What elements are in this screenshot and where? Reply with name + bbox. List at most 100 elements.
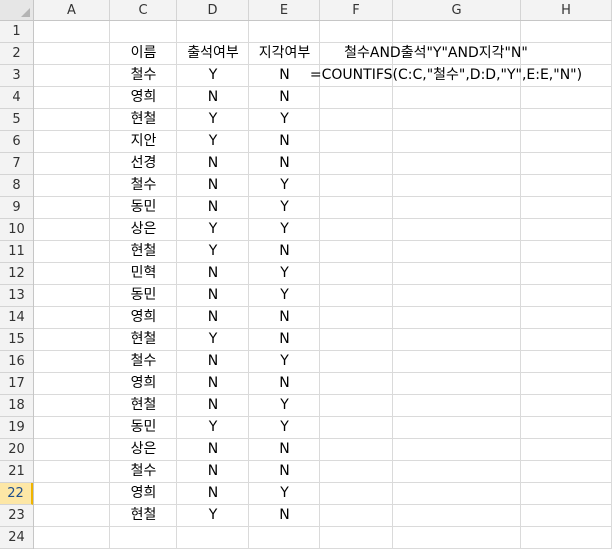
row-header-22[interactable]: 22 xyxy=(0,483,33,505)
late-cell[interactable]: N xyxy=(249,461,320,483)
late-cell[interactable]: Y xyxy=(249,263,320,285)
cell[interactable] xyxy=(110,21,177,43)
name-cell[interactable]: 상은 xyxy=(110,439,177,461)
row-header-11[interactable]: 11 xyxy=(0,241,33,263)
cell[interactable] xyxy=(393,307,521,329)
cell[interactable] xyxy=(320,461,393,483)
row-header-13[interactable]: 13 xyxy=(0,285,33,307)
late-cell[interactable]: Y xyxy=(249,483,320,505)
row-header-9[interactable]: 9 xyxy=(0,197,33,219)
cell[interactable] xyxy=(393,131,521,153)
cell[interactable] xyxy=(320,483,393,505)
cell[interactable] xyxy=(320,87,393,109)
name-cell[interactable]: 동민 xyxy=(110,197,177,219)
cell[interactable] xyxy=(34,417,110,439)
late-cell[interactable]: N xyxy=(249,329,320,351)
cell[interactable] xyxy=(320,351,393,373)
name-cell[interactable]: 철수 xyxy=(110,351,177,373)
name-cell[interactable]: 동민 xyxy=(110,285,177,307)
cell[interactable] xyxy=(320,329,393,351)
name-cell[interactable]: 철수 xyxy=(110,461,177,483)
cell[interactable] xyxy=(521,285,612,307)
cell[interactable] xyxy=(34,241,110,263)
header-attendance-cell[interactable]: 출석여부 xyxy=(177,43,249,65)
cell-grid[interactable]: 철수AND출석"Y"AND지각"N" =COUNTIFS(C:C,"철수",D:… xyxy=(34,21,612,549)
late-cell[interactable]: N xyxy=(249,241,320,263)
cell[interactable] xyxy=(34,263,110,285)
name-cell[interactable]: 영희 xyxy=(110,483,177,505)
cell[interactable] xyxy=(521,87,612,109)
column-header-F[interactable]: F xyxy=(320,0,393,20)
name-cell[interactable]: 현철 xyxy=(110,241,177,263)
name-cell[interactable]: 민혁 xyxy=(110,263,177,285)
row-header-5[interactable]: 5 xyxy=(0,109,33,131)
cell[interactable] xyxy=(34,373,110,395)
cell[interactable] xyxy=(34,175,110,197)
cell[interactable] xyxy=(249,527,320,549)
row-header-6[interactable]: 6 xyxy=(0,131,33,153)
cell[interactable] xyxy=(34,21,110,43)
attendance-cell[interactable]: N xyxy=(177,395,249,417)
cell[interactable] xyxy=(521,351,612,373)
cell[interactable] xyxy=(34,43,110,65)
cell[interactable] xyxy=(393,263,521,285)
late-cell[interactable]: Y xyxy=(249,175,320,197)
name-cell[interactable]: 현철 xyxy=(110,109,177,131)
late-cell[interactable]: Y xyxy=(249,417,320,439)
attendance-cell[interactable]: Y xyxy=(177,505,249,527)
row-header-21[interactable]: 21 xyxy=(0,461,33,483)
late-cell[interactable]: N xyxy=(249,153,320,175)
cell[interactable] xyxy=(34,65,110,87)
row-header-1[interactable]: 1 xyxy=(0,21,33,43)
late-cell[interactable]: Y xyxy=(249,395,320,417)
column-header-C[interactable]: C xyxy=(110,0,177,20)
name-cell[interactable]: 지안 xyxy=(110,131,177,153)
row-header-20[interactable]: 20 xyxy=(0,439,33,461)
cell[interactable] xyxy=(521,21,612,43)
cell[interactable] xyxy=(320,131,393,153)
cell[interactable] xyxy=(521,395,612,417)
row-header-8[interactable]: 8 xyxy=(0,175,33,197)
cell[interactable] xyxy=(320,373,393,395)
cell[interactable] xyxy=(521,483,612,505)
cell[interactable] xyxy=(521,417,612,439)
cell[interactable] xyxy=(34,197,110,219)
cell[interactable] xyxy=(320,395,393,417)
late-cell[interactable]: N xyxy=(249,373,320,395)
late-cell[interactable]: N xyxy=(249,87,320,109)
column-header-E[interactable]: E xyxy=(249,0,320,20)
row-header-4[interactable]: 4 xyxy=(0,87,33,109)
row-header-18[interactable]: 18 xyxy=(0,395,33,417)
row-header-19[interactable]: 19 xyxy=(0,417,33,439)
cell[interactable] xyxy=(34,131,110,153)
cell[interactable] xyxy=(393,527,521,549)
cell[interactable] xyxy=(393,87,521,109)
row-header-14[interactable]: 14 xyxy=(0,307,33,329)
cell[interactable] xyxy=(393,153,521,175)
attendance-cell[interactable]: Y xyxy=(177,241,249,263)
row-header-24[interactable]: 24 xyxy=(0,527,33,549)
attendance-cell[interactable]: N xyxy=(177,153,249,175)
cell[interactable] xyxy=(521,153,612,175)
cell[interactable] xyxy=(34,395,110,417)
cell[interactable] xyxy=(521,241,612,263)
cell[interactable] xyxy=(34,351,110,373)
name-cell[interactable]: 영희 xyxy=(110,87,177,109)
late-cell[interactable]: Y xyxy=(249,351,320,373)
name-cell[interactable]: 영희 xyxy=(110,373,177,395)
name-cell[interactable]: 현철 xyxy=(110,505,177,527)
attendance-cell[interactable]: N xyxy=(177,87,249,109)
cell[interactable] xyxy=(521,527,612,549)
cell[interactable] xyxy=(110,527,177,549)
cell[interactable] xyxy=(177,527,249,549)
late-cell[interactable]: N xyxy=(249,505,320,527)
row-header-7[interactable]: 7 xyxy=(0,153,33,175)
cell[interactable] xyxy=(393,395,521,417)
cell[interactable] xyxy=(393,351,521,373)
cell[interactable] xyxy=(393,461,521,483)
late-cell[interactable]: Y xyxy=(249,197,320,219)
row-header-15[interactable]: 15 xyxy=(0,329,33,351)
cell[interactable] xyxy=(521,175,612,197)
cell[interactable] xyxy=(177,21,249,43)
row-header-23[interactable]: 23 xyxy=(0,505,33,527)
